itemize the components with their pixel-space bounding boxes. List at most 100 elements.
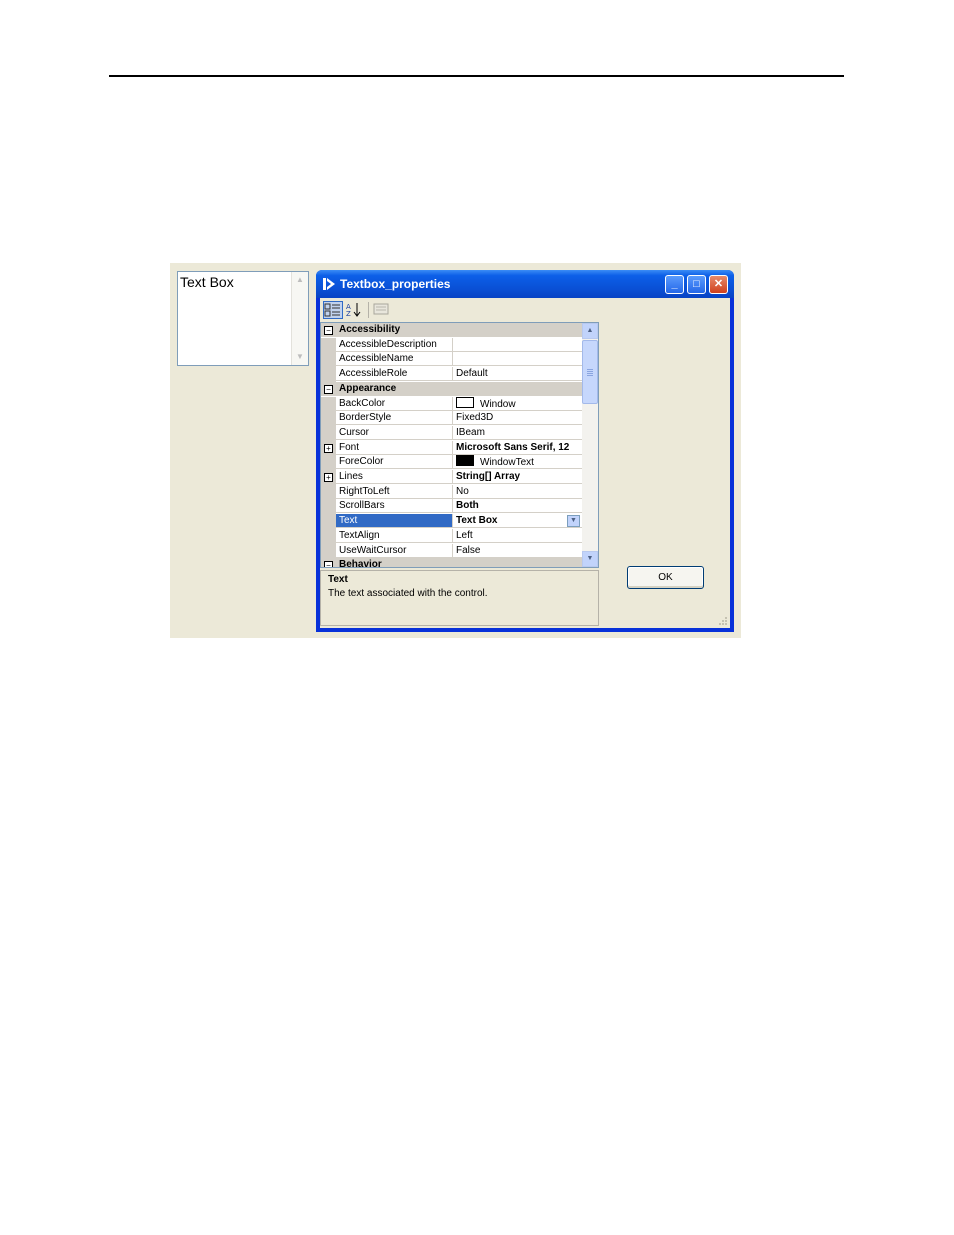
property-toolbar: A Z: [320, 298, 730, 322]
property-name[interactable]: BackColor: [336, 396, 453, 411]
property-value[interactable]: Both: [453, 499, 582, 514]
description-text: The text associated with the control.: [328, 588, 488, 599]
property-name[interactable]: ScrollBars: [336, 499, 453, 514]
ok-button[interactable]: OK: [627, 566, 704, 589]
property-name[interactable]: AccessibleDescription: [336, 337, 453, 352]
property-value[interactable]: Left: [453, 529, 582, 543]
category-behavior[interactable]: − Behavior: [321, 558, 582, 567]
category-appearance[interactable]: − Appearance: [321, 381, 582, 396]
grid-vertical-scrollbar[interactable]: ▲ ▼: [582, 323, 598, 567]
minimize-button[interactable]: _: [665, 275, 684, 294]
categorized-icon: [324, 303, 340, 317]
property-value-text: Left: [456, 529, 473, 541]
grid-scroll-thumb[interactable]: [582, 340, 598, 404]
property-value[interactable]: Fixed3D: [453, 411, 582, 426]
toolbar-separator: [368, 302, 369, 318]
scroll-up-arrow-icon[interactable]: ▲: [292, 272, 308, 288]
collapse-icon[interactable]: −: [324, 384, 333, 394]
resize-grip-icon[interactable]: [718, 616, 728, 626]
property-name[interactable]: Lines: [336, 470, 453, 484]
property-value-text: Text Box: [456, 515, 498, 527]
property-row-borderstyle[interactable]: BorderStyle Fixed3D: [321, 411, 582, 427]
property-value[interactable]: String[] Array: [453, 470, 582, 484]
property-pages-button[interactable]: [372, 301, 392, 319]
row-gutter: [321, 514, 336, 530]
collapse-icon[interactable]: −: [324, 326, 333, 335]
row-gutter: [321, 352, 336, 368]
property-row-accessiblerole[interactable]: AccessibleRole Default: [321, 367, 582, 383]
property-value[interactable]: False: [453, 544, 582, 558]
property-row-usewaitcursor[interactable]: UseWaitCursor False: [321, 543, 582, 559]
property-value-text: String[] Array: [456, 471, 521, 482]
property-row-righttoleft[interactable]: RightToLeft No: [321, 484, 582, 500]
maximize-button[interactable]: □: [687, 275, 706, 294]
property-value[interactable]: Microsoft Sans Serif, 12: [453, 441, 582, 455]
scroll-down-arrow-icon[interactable]: ▼: [292, 349, 308, 365]
row-gutter: [321, 396, 336, 412]
property-name[interactable]: AccessibleName: [336, 352, 453, 367]
property-value-text: Fixed3D: [456, 412, 494, 424]
property-value[interactable]: Text Box ▼: [453, 514, 582, 529]
title-bar[interactable]: Textbox_properties _ □ ✕: [316, 270, 734, 298]
property-row-accessiblename[interactable]: AccessibleName: [321, 352, 582, 368]
property-row-textalign[interactable]: TextAlign Left: [321, 528, 582, 544]
category-label: Accessibility: [339, 324, 401, 335]
property-name[interactable]: TextAlign: [336, 528, 453, 543]
collapse-icon[interactable]: −: [324, 561, 333, 567]
property-name[interactable]: ForeColor: [336, 455, 453, 470]
property-row-text[interactable]: Text Text Box ▼: [321, 514, 582, 530]
property-row-font[interactable]: + Font Microsoft Sans Serif, 12: [321, 440, 582, 456]
property-row-cursor[interactable]: Cursor IBeam: [321, 425, 582, 441]
property-name[interactable]: RightToLeft: [336, 484, 453, 499]
close-button[interactable]: ✕: [709, 275, 728, 294]
window-client-area: A Z − Accessibility AccessibleDescription A…: [320, 298, 730, 628]
property-value[interactable]: [453, 352, 582, 367]
color-swatch: [456, 455, 474, 467]
property-name[interactable]: AccessibleRole: [336, 367, 453, 382]
property-name[interactable]: Font: [336, 440, 453, 455]
property-row-backcolor[interactable]: BackColor Window: [321, 396, 582, 412]
property-value-text: False: [456, 544, 481, 556]
property-value-text: Window: [480, 398, 516, 410]
property-row-scrollbars[interactable]: ScrollBars Both: [321, 499, 582, 515]
property-value[interactable]: IBeam: [453, 426, 582, 440]
property-row-accessibledescription[interactable]: AccessibleDescription: [321, 337, 582, 353]
header-rule: [109, 75, 844, 77]
property-value[interactable]: Window: [453, 396, 582, 411]
text-box-content: Text Box: [180, 274, 234, 290]
property-grid[interactable]: − Accessibility AccessibleDescription Acces…: [320, 322, 599, 568]
property-name[interactable]: Cursor: [336, 425, 453, 440]
property-name[interactable]: UseWaitCursor: [336, 543, 453, 558]
expand-icon[interactable]: +: [324, 473, 333, 482]
property-value-text: No: [456, 485, 469, 497]
categorized-button[interactable]: [323, 301, 343, 319]
property-value[interactable]: No: [453, 485, 582, 499]
window-title: Textbox_properties: [340, 277, 451, 291]
text-box-control[interactable]: Text Box ▲ ▼: [177, 271, 309, 366]
property-name[interactable]: BorderStyle: [336, 411, 453, 426]
row-gutter: [321, 528, 336, 544]
property-pages-icon: [373, 303, 389, 315]
alphabetical-button[interactable]: A Z: [345, 301, 365, 319]
property-value[interactable]: Default: [453, 367, 582, 382]
property-value-text: Default: [456, 368, 488, 380]
dropdown-arrow-icon[interactable]: ▼: [567, 515, 580, 528]
grid-scroll-down-icon[interactable]: ▼: [582, 551, 598, 567]
category-accessibility[interactable]: − Accessibility: [321, 323, 582, 337]
svg-text:Z: Z: [346, 310, 351, 317]
property-value-text: Both: [456, 500, 479, 512]
expand-icon[interactable]: +: [324, 443, 333, 453]
screenshot-area: Text Box ▲ ▼ Textbox_properties _ □ ✕ A …: [170, 263, 741, 638]
sort-alphabetical-icon: A Z: [346, 303, 361, 318]
property-row-lines[interactable]: + Lines String[] Array: [321, 470, 582, 485]
row-gutter: [321, 337, 336, 353]
property-name[interactable]: Text: [336, 514, 453, 529]
property-value-text: WindowText: [480, 457, 534, 469]
property-value[interactable]: [453, 338, 582, 352]
row-gutter: [321, 499, 336, 515]
property-value[interactable]: WindowText: [453, 455, 582, 470]
property-row-forecolor[interactable]: ForeColor WindowText: [321, 455, 582, 471]
text-box-vertical-scrollbar[interactable]: ▲ ▼: [291, 272, 308, 365]
grid-scroll-up-icon[interactable]: ▲: [582, 323, 598, 339]
description-title: Text: [328, 574, 348, 585]
